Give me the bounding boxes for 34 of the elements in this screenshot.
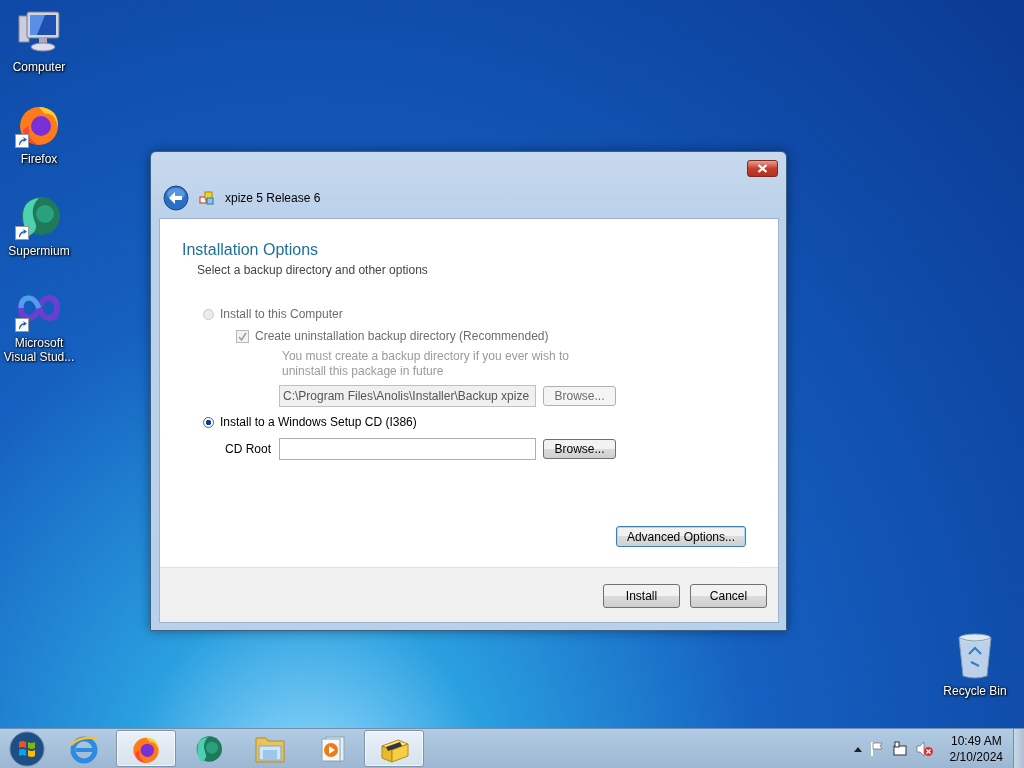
clock[interactable]: 10:49 AM 2/10/2024 (949, 732, 1003, 765)
cd-root-field[interactable] (279, 438, 536, 460)
desktop-icon-label[interactable]: Computer (12, 60, 66, 74)
dialog-button[interactable]: Cancel (690, 584, 767, 608)
radio-label: Install to this Computer (220, 307, 343, 321)
taskbar-button[interactable] (116, 730, 176, 767)
page-heading: Installation Options (182, 241, 320, 259)
radio-label: Install to a Windows Setup CD (I386) (220, 415, 417, 429)
taskbar-button[interactable] (364, 730, 424, 767)
backup-note: You must create a backup directory if you ever wish to uninstall this package in future (282, 349, 571, 379)
desktop-icon-label[interactable]: Microsoft Visual Stud... (0, 336, 78, 364)
muted-speaker-icon[interactable] (915, 740, 934, 757)
radio-button[interactable] (203, 416, 214, 428)
advanced-options-button[interactable]: Advanced Options... (615, 526, 746, 547)
flag-icon[interactable] (869, 740, 884, 757)
window-title: xpize 5 Release 6 (225, 191, 321, 205)
app-icon (199, 190, 215, 206)
close-icon (757, 164, 768, 173)
back-button[interactable] (163, 185, 189, 211)
page-subheading: Select a backup directory and other options (197, 263, 429, 277)
clock-time: 10:49 AM (950, 732, 1002, 749)
network-icon[interactable] (891, 740, 908, 757)
close-button[interactable] (747, 160, 778, 177)
show-hidden-icons-button[interactable] (853, 745, 862, 752)
cd-root-label: CD Root (225, 442, 272, 456)
desktop-icon-label[interactable]: Supermium (8, 244, 70, 258)
recycle-bin-icon (955, 632, 995, 680)
windows-logo-icon (8, 729, 46, 768)
dialog-button[interactable]: Install (603, 584, 680, 608)
clock-date: 2/10/2024 (949, 748, 1003, 765)
browse-button[interactable]: Browse... (543, 439, 616, 459)
checkbox-label: Create uninstallation backup directory (Recommended) (255, 329, 549, 343)
desktop-icon-label[interactable]: Recycle Bin (943, 684, 1007, 698)
desktop-icon-label[interactable]: Firefox (20, 152, 58, 166)
